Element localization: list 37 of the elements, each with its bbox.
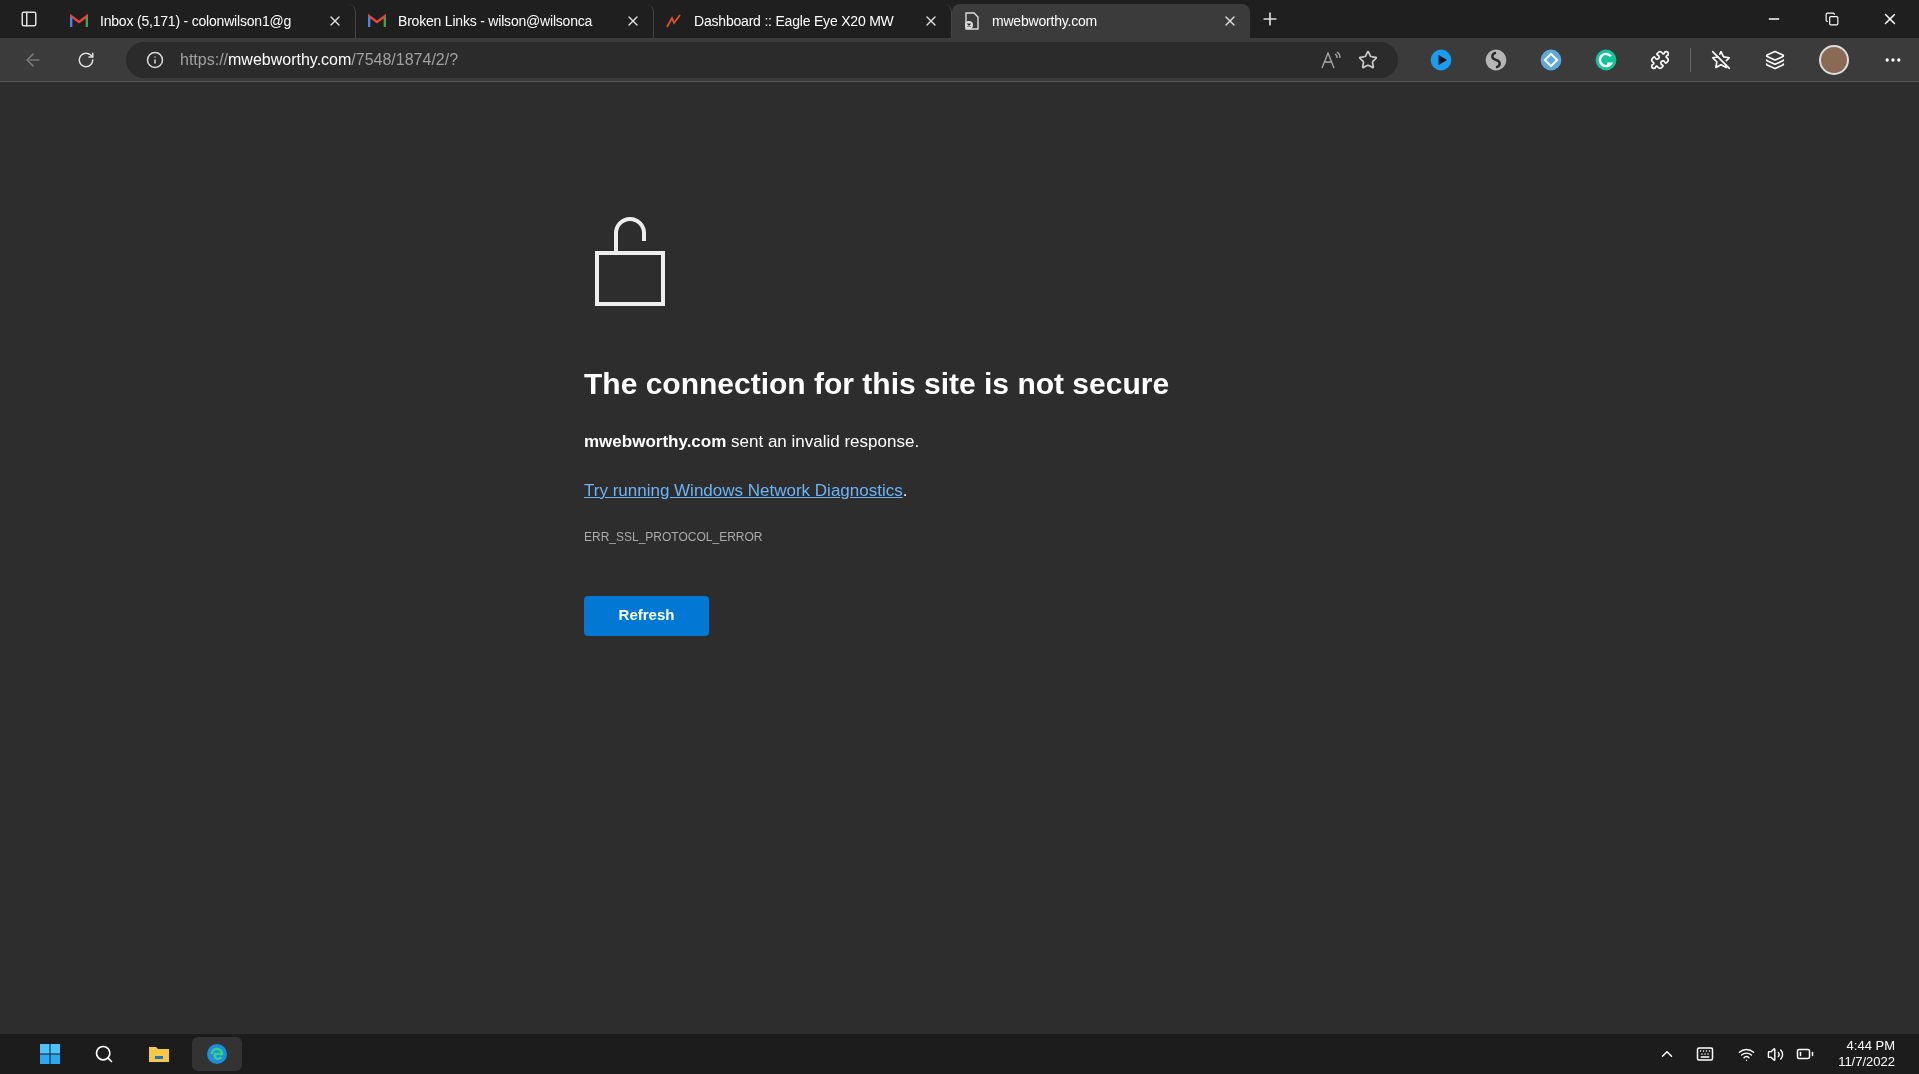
zigzag-icon xyxy=(666,14,682,28)
envelope-logo-icon xyxy=(368,14,386,28)
favorites-icon[interactable] xyxy=(1711,49,1731,70)
error-heading: The connection for this site is not secure xyxy=(584,366,1170,402)
windows-logo-icon[interactable] xyxy=(40,1044,60,1064)
extensions-icon[interactable] xyxy=(1650,49,1670,70)
open-padlock-icon xyxy=(594,215,666,307)
extension-icon[interactable] xyxy=(1485,48,1507,71)
extension-icon[interactable] xyxy=(1430,48,1452,71)
url-text: https://mwebworthy.com/7548/1874/2/? xyxy=(180,49,460,70)
avatar[interactable] xyxy=(1819,44,1849,75)
tab-title: Broken Links - wilson@wilsonca xyxy=(398,11,594,31)
tab-title: Dashboard :: Eagle Eye X20 MW xyxy=(694,11,895,31)
speaker-icon[interactable] xyxy=(1767,1045,1785,1063)
read-aloud-icon[interactable] xyxy=(1320,49,1342,70)
error-message: mwebworthy.com sent an invalid response. xyxy=(584,430,921,453)
clock-time[interactable]: 4:44 PM xyxy=(1846,1038,1895,1054)
browser-taskbar-icon[interactable] xyxy=(192,1037,242,1071)
add-favorite-icon[interactable] xyxy=(1358,49,1378,70)
tab-title: Inbox (5,171) - colonwilson1@g xyxy=(100,11,293,31)
broken-page-icon xyxy=(964,12,980,30)
diagnostics-link[interactable]: Try running Windows Network Diagnostics xyxy=(584,478,903,504)
browser-tab[interactable]: mwebworthy.com xyxy=(952,4,1250,38)
address-bar[interactable]: https://mwebworthy.com/7548/1874/2/? xyxy=(126,41,1398,78)
extension-icon[interactable] xyxy=(1595,48,1617,71)
link-period: . xyxy=(902,480,908,502)
error-code: ERR_SSL_PROTOCOL_ERROR xyxy=(584,528,764,546)
collections-icon[interactable] xyxy=(1765,49,1785,70)
extension-icon[interactable] xyxy=(1540,48,1562,71)
folder-icon[interactable] xyxy=(148,1045,170,1063)
search-icon[interactable] xyxy=(94,1044,114,1064)
envelope-logo-icon xyxy=(70,14,88,28)
keyboard-icon[interactable] xyxy=(1696,1045,1715,1063)
info-icon[interactable] xyxy=(146,50,164,69)
clock-date[interactable]: 11/7/2022 xyxy=(1838,1054,1895,1070)
refresh-button[interactable]: Refresh xyxy=(584,595,709,636)
tab-title: mwebworthy.com xyxy=(992,11,1099,31)
